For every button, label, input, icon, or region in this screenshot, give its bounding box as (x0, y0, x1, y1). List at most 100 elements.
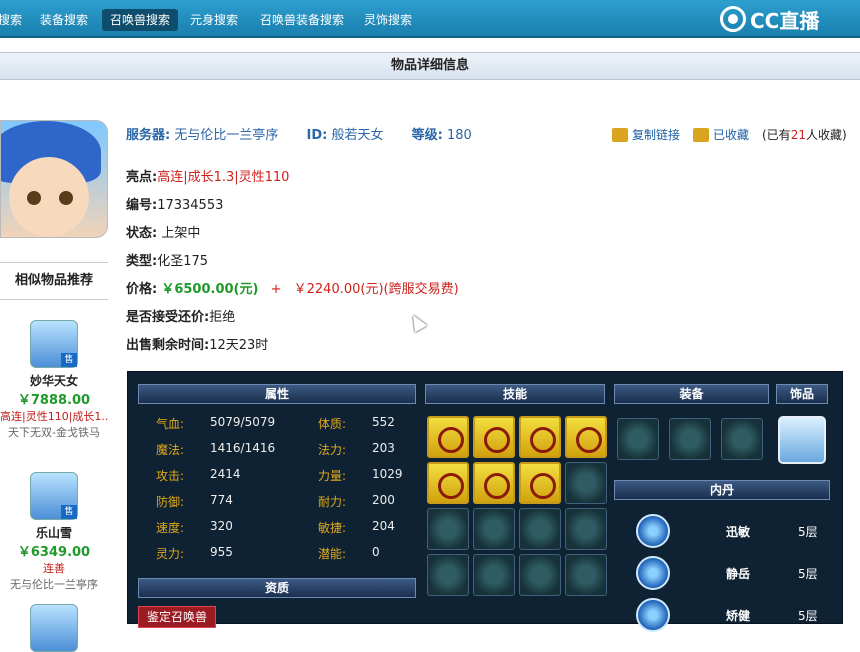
bargain-label: 是否接受还价: (126, 310, 210, 325)
neidan-icon[interactable] (636, 514, 670, 548)
attr-value: 774 (210, 493, 233, 507)
pet-skill-icon[interactable] (565, 416, 607, 458)
similar-items-title: 相似物品推荐 (0, 262, 108, 300)
bargain-value: 拒绝 (209, 310, 236, 325)
summary-line: 服务器: 无与伦比一兰亭序 ID: 般若天女 等级: 180 (126, 124, 472, 143)
price-plus: + (270, 282, 282, 297)
highlight-value: 高连|成长1.3|灵性110 (157, 170, 290, 185)
attr-key: 体质: (318, 417, 347, 431)
tab-equip-search[interactable]: 装备搜索 (32, 9, 96, 31)
id-value: 般若天女 (331, 128, 384, 143)
equip-header: 装备 (614, 384, 769, 404)
attr-value: 552 (372, 415, 395, 429)
empty-skill-slot[interactable] (473, 554, 515, 596)
pet-thumbnail[interactable]: 售 (30, 472, 78, 520)
pet-thumbnail[interactable]: 售 (30, 320, 78, 368)
similar-item-price: ￥6349.00 (17, 545, 91, 560)
attribute-row: 气血: 5079/5079 (156, 415, 275, 432)
similar-item-server: 天下无双-金戈铁马 (8, 426, 100, 439)
tab-ornament-search[interactable]: 灵饰搜索 (356, 9, 420, 31)
attr-key: 敏捷: (318, 521, 347, 535)
pet-skill-icon[interactable] (473, 416, 515, 458)
empty-skill-slot[interactable] (473, 508, 515, 550)
attr-value: 1029 (372, 467, 403, 481)
empty-skill-slot[interactable] (565, 508, 607, 550)
type-label: 类型: (126, 254, 158, 269)
highlight-row: 亮点:高连|成长1.3|灵性110 (126, 166, 289, 185)
neidan-level: 5层 (798, 609, 818, 623)
copy-icon (612, 127, 628, 142)
similar-item-name[interactable]: 妙华天女 (0, 372, 108, 389)
equip-slot[interactable] (617, 418, 659, 460)
empty-skill-slot[interactable] (565, 462, 607, 504)
top-nav: 搜索 装备搜索 召唤兽搜索 元身搜索 召唤兽装备搜索 灵饰搜索 CC直播 (0, 0, 860, 38)
appraise-pet-button[interactable]: 鉴定召唤兽 (138, 606, 216, 628)
attribute-row: 力量: 1029 (318, 467, 403, 484)
remain-row: 出售剩余时间:12天23时 (126, 334, 268, 353)
empty-skill-slot[interactable] (519, 508, 561, 550)
similar-item[interactable]: 售 乐山雪 ￥6349.00 连善 无与伦比一兰亭序 (0, 472, 108, 592)
tab-pet-search[interactable]: 召唤兽搜索 (102, 9, 179, 31)
ornament-header: 饰品 (776, 384, 828, 404)
page-title: 物品详细信息 (0, 52, 860, 80)
pet-skill-icon[interactable] (427, 462, 469, 504)
similar-item-server: 无与伦比一兰亭序 (10, 578, 98, 591)
similar-item-highlight: 连善 (43, 562, 65, 575)
empty-skill-slot[interactable] (427, 554, 469, 596)
pet-skill-icon[interactable] (427, 416, 469, 458)
attribute-row: 灵力: 955 (156, 545, 233, 562)
similar-item[interactable]: 售 妙华天女 ￥7888.00 高连|灵性110|成长1... 天下无双-金戈铁… (0, 320, 108, 440)
neidan-icon[interactable] (636, 556, 670, 590)
id-label: ID: (306, 128, 328, 143)
pet-skill-icon[interactable] (473, 462, 515, 504)
neidan-level: 5层 (798, 525, 818, 539)
cc-live-logo: CC直播 (720, 6, 819, 33)
fav-count-post: 人收藏) (805, 128, 847, 142)
skill-header: 技能 (425, 384, 605, 404)
attr-key: 魔法: (156, 443, 185, 457)
attribute-row: 体质: 552 (318, 415, 395, 432)
server-value: 无与伦比一兰亭序 (174, 128, 279, 143)
attr-key: 速度: (156, 521, 185, 535)
attribute-row: 魔法: 1416/1416 (156, 441, 275, 458)
tab-yuanshen-search[interactable]: 元身搜索 (182, 9, 246, 31)
ornament-item[interactable] (778, 416, 826, 464)
attr-key: 灵力: (156, 547, 185, 561)
attr-key: 潜能: (318, 547, 347, 561)
tab-pet-equip-search[interactable]: 召唤兽装备搜索 (252, 9, 352, 31)
similar-item[interactable] (0, 604, 108, 652)
tab-search[interactable]: 搜索 (0, 9, 30, 31)
equip-slot[interactable] (721, 418, 763, 460)
attr-key: 攻击: (156, 469, 185, 483)
similar-item-name[interactable]: 乐山雪 (0, 524, 108, 541)
attr-key: 法力: (318, 443, 347, 457)
pet-thumbnail[interactable] (30, 604, 78, 652)
pet-skill-icon[interactable] (519, 416, 561, 458)
empty-skill-slot[interactable] (519, 554, 561, 596)
attr-value: 2414 (210, 467, 241, 481)
price-value: ￥6500.00(元) (161, 282, 259, 297)
favorite-label: 已收藏 (713, 128, 750, 142)
aptitude-header: 资质 (138, 578, 416, 598)
empty-skill-slot[interactable] (565, 554, 607, 596)
attr-key: 耐力: (318, 495, 347, 509)
attr-value: 1416/1416 (210, 441, 276, 455)
attr-value: 955 (210, 545, 233, 559)
number-value: 17334553 (157, 198, 224, 213)
sale-badge: 售 (61, 505, 77, 519)
pet-skill-icon[interactable] (519, 462, 561, 504)
attr-key: 气血: (156, 417, 185, 431)
empty-skill-slot[interactable] (427, 508, 469, 550)
level-label: 等级: (411, 128, 443, 143)
favorite-button[interactable]: 已收藏 (693, 126, 749, 143)
status-label: 状态: (126, 226, 158, 241)
equip-slot[interactable] (669, 418, 711, 460)
mouse-cursor-icon (406, 311, 428, 333)
copy-link-button[interactable]: 复制链接 (612, 126, 680, 143)
neidan-icon[interactable] (636, 598, 670, 632)
number-row: 编号:17334553 (126, 194, 223, 213)
highlight-label: 亮点: (126, 170, 158, 185)
attribute-row: 攻击: 2414 (156, 467, 241, 484)
price-label: 价格: (126, 282, 158, 297)
attr-key: 防御: (156, 495, 185, 509)
